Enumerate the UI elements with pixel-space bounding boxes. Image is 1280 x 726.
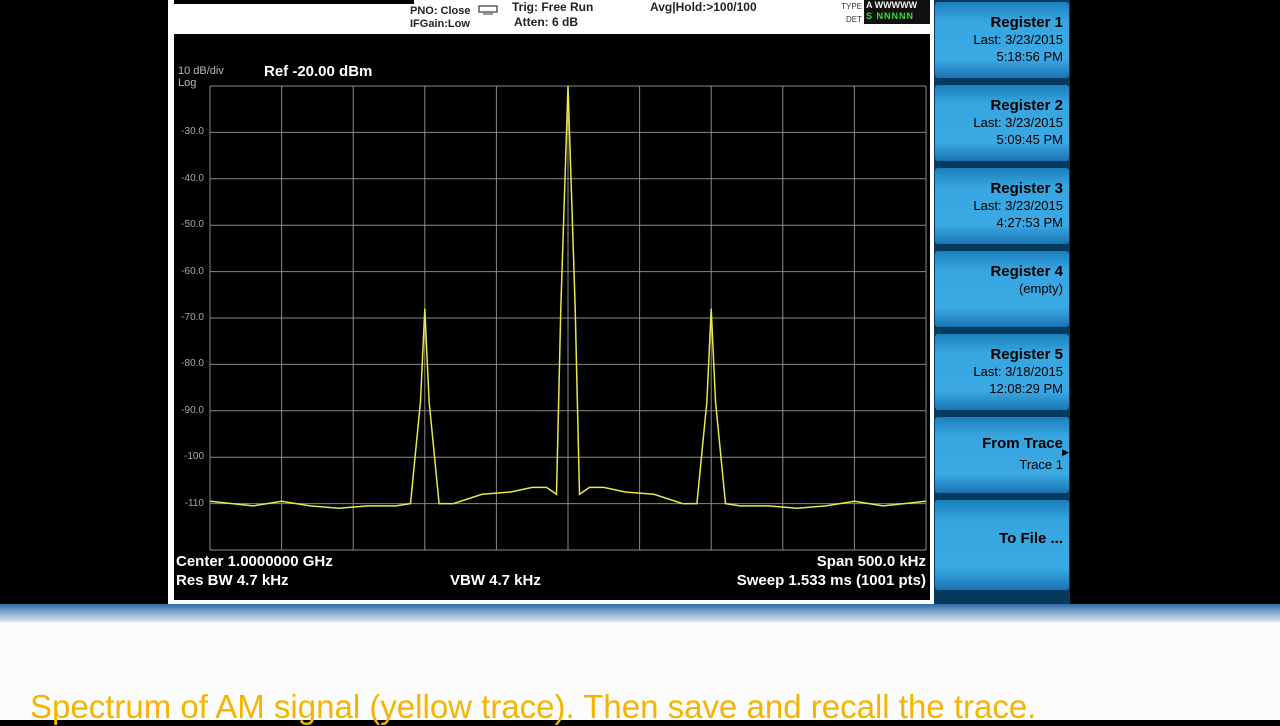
softkey-register-3[interactable]: Register 3 Last: 3/23/2015 4:27:53 PM	[935, 168, 1069, 244]
spectrum-graph	[209, 85, 927, 551]
softkey-sub1: Trace 1	[1019, 457, 1063, 472]
center-frequency: Center 1.0000000 GHz	[176, 553, 333, 570]
caption-area: Spectrum of AM signal (yellow trace). Th…	[0, 622, 1280, 725]
trace-det-row: S NNNNN	[866, 11, 915, 21]
softkey-title: Register 1	[990, 14, 1063, 31]
analyzer-screen: PNO: Close IFGain:Low Trig: Free Run Att…	[168, 0, 934, 604]
type-det-labels: TYPE DET	[836, 0, 862, 26]
softkey-title: Register 4	[990, 263, 1063, 280]
y-tick-label: -110	[184, 497, 204, 509]
softkey-sub2: 5:18:56 PM	[996, 49, 1064, 64]
scale-mode: Log	[178, 77, 197, 89]
softkey-sub1: Last: 3/18/2015	[973, 364, 1063, 379]
submenu-arrow-icon: ▶	[1062, 447, 1069, 457]
span: Span 500.0 kHz	[816, 553, 926, 570]
header-shadow	[174, 0, 414, 4]
softkey-register-2[interactable]: Register 2 Last: 3/23/2015 5:09:45 PM	[935, 85, 1069, 161]
trace-type-row: A WWWWW	[866, 0, 918, 10]
pno-toggle-icon	[478, 5, 498, 15]
trace-indicator: A WWWWW S NNNNN	[864, 0, 930, 24]
softkey-title: Register 2	[990, 97, 1063, 114]
softkey-to-file[interactable]: To File ...	[935, 500, 1069, 590]
softkey-title: Register 3	[990, 180, 1063, 197]
softkey-title: To File ...	[999, 530, 1063, 547]
softkey-panel: Register 1 Last: 3/23/2015 5:18:56 PM Re…	[934, 0, 1070, 604]
y-tick-label: -60.0	[181, 265, 204, 277]
atten-label: Atten: 6 dB	[514, 15, 578, 29]
y-tick-label: -100	[183, 451, 204, 463]
right-margin	[1072, 0, 1280, 604]
softkey-sub2: 5:09:45 PM	[996, 132, 1064, 147]
avg-hold-label: Avg|Hold:>100/100	[650, 0, 757, 14]
softkey-title: From Trace	[982, 435, 1063, 452]
caption-text: Spectrum of AM signal (yellow trace). Th…	[30, 688, 1037, 725]
softkey-sub2: 12:08:29 PM	[989, 381, 1063, 396]
type-label: TYPE	[841, 2, 862, 11]
y-tick-label: -50.0	[181, 219, 204, 231]
trigger-label: Trig: Free Run	[512, 0, 594, 14]
pno-label: PNO: Close	[410, 5, 471, 17]
y-tick-label: -40.0	[181, 172, 204, 184]
ifgain-label: IFGain:Low	[410, 18, 470, 30]
softkey-register-5[interactable]: Register 5 Last: 3/18/2015 12:08:29 PM	[935, 334, 1069, 410]
left-margin	[0, 0, 168, 604]
softkey-register-1[interactable]: Register 1 Last: 3/23/2015 5:18:56 PM	[935, 2, 1069, 78]
softkey-register-4[interactable]: Register 4 (empty)	[935, 251, 1069, 327]
y-tick-label: -90.0	[181, 404, 204, 416]
y-tick-label: -80.0	[181, 358, 204, 370]
measurement-header: PNO: Close IFGain:Low Trig: Free Run Att…	[168, 0, 934, 34]
vbw: VBW 4.7 kHz	[450, 572, 541, 589]
softkey-from-trace[interactable]: From Trace Trace 1 ▶	[935, 417, 1069, 493]
softkey-sub1: (empty)	[1018, 281, 1063, 296]
y-tick-label: -30.0	[181, 126, 204, 138]
scale-label: 10 dB/div Log	[178, 65, 224, 89]
det-label: DET	[846, 15, 862, 24]
sweep: Sweep 1.533 ms (1001 pts)	[736, 572, 926, 589]
spectrum-plot: 10 dB/div Log Ref -20.00 dBm -30.0 -40.0 -…	[174, 34, 930, 600]
softkey-sub2: 4:27:53 PM	[996, 215, 1064, 230]
ref-level-label: Ref -20.00 dBm	[264, 63, 373, 80]
res-bw: Res BW 4.7 kHz	[176, 572, 289, 589]
softkey-sub1: Last: 3/23/2015	[973, 32, 1063, 47]
softkey-sub1: Last: 3/23/2015	[973, 198, 1063, 213]
taskbar-strip	[0, 604, 1280, 622]
softkey-title: Register 5	[990, 346, 1063, 363]
scale-div: 10 dB/div	[178, 65, 224, 77]
softkey-sub1: Last: 3/23/2015	[973, 115, 1063, 130]
y-tick-label: -70.0	[181, 312, 204, 323]
